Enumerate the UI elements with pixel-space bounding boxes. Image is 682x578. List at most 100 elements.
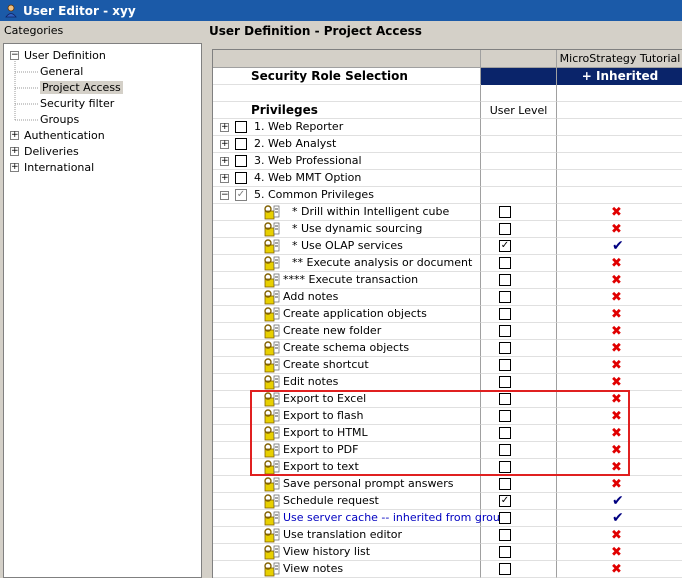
privilege-group-label: 4. Web MMT Option	[254, 171, 362, 184]
expand-icon[interactable]: +	[220, 123, 229, 132]
user-level-checkbox[interactable]	[499, 478, 511, 490]
expand-icon[interactable]: +	[220, 174, 229, 183]
inherited-cell: ✖	[557, 323, 682, 340]
tree-item-security-filter[interactable]: Security filter	[40, 96, 114, 112]
user-level-checkbox[interactable]	[499, 291, 511, 303]
tree-item-general[interactable]: General	[40, 64, 83, 80]
privilege-row[interactable]: Use server cache -- inherited from grou.…	[213, 510, 682, 527]
x-icon: ✖	[611, 205, 622, 220]
user-level-checkbox[interactable]	[499, 223, 511, 235]
privilege-group-label: 2. Web Analyst	[254, 137, 337, 150]
privilege-group-row[interactable]: +2. Web Analyst	[213, 136, 682, 153]
privileges-label: Privileges	[213, 102, 481, 119]
user-level-checkbox[interactable]: ✓	[499, 495, 511, 507]
privilege-row[interactable]: Schedule request ✓ ✔	[213, 493, 682, 510]
header-blank	[213, 50, 481, 68]
user-level-checkbox[interactable]	[499, 342, 511, 354]
privilege-cell: Use translation editor	[213, 527, 481, 544]
privilege-group-row[interactable]: +4. Web MMT Option	[213, 170, 682, 187]
group-checkbox[interactable]	[235, 138, 247, 150]
inherited-access-button[interactable]: + Inherited Access	[557, 68, 682, 100]
tree-item-groups[interactable]: Groups	[40, 112, 79, 128]
user-level-checkbox[interactable]	[499, 529, 511, 541]
privilege-row[interactable]: Export to Excel ✖	[213, 391, 682, 408]
x-icon: ✖	[611, 460, 622, 475]
group-checkbox[interactable]: ✓	[235, 189, 247, 201]
privilege-row[interactable]: Create application objects ✖	[213, 306, 682, 323]
privilege-group-cell: − ✓ 5. Common Privileges	[213, 187, 481, 204]
expand-icon[interactable]: +	[220, 140, 229, 149]
privilege-row[interactable]: Add notes ✖	[213, 289, 682, 306]
check-icon: ✔	[612, 510, 624, 526]
privilege-row[interactable]: Edit notes ✖	[213, 374, 682, 391]
user-level-checkbox[interactable]	[499, 376, 511, 388]
inherited-cell	[557, 153, 682, 170]
x-icon: ✖	[611, 341, 622, 356]
user-level-checkbox[interactable]	[499, 427, 511, 439]
privilege-cell: Add notes	[213, 289, 481, 306]
inherited-cell: ✔	[557, 493, 682, 510]
privilege-key-icon	[264, 511, 280, 526]
security-role-user-cell[interactable]	[481, 68, 557, 85]
user-level-checkbox[interactable]	[499, 393, 511, 405]
group-checkbox[interactable]	[235, 155, 247, 167]
inherited-cell: ✖	[557, 561, 682, 578]
collapse-icon[interactable]: −	[220, 191, 229, 200]
user-level-cell	[481, 510, 557, 527]
privilege-group-row[interactable]: − ✓ 5. Common Privileges	[213, 187, 682, 204]
privilege-key-icon	[264, 222, 280, 237]
privilege-row[interactable]: * Use dynamic sourcing ✖	[213, 221, 682, 238]
privilege-row[interactable]: Create shortcut ✖	[213, 357, 682, 374]
privilege-row[interactable]: Use translation editor ✖	[213, 527, 682, 544]
privilege-key-icon	[264, 205, 280, 220]
privilege-row[interactable]: Export to flash ✖	[213, 408, 682, 425]
user-level-checkbox[interactable]	[499, 325, 511, 337]
x-icon: ✖	[611, 307, 622, 322]
group-checkbox[interactable]	[235, 121, 247, 133]
spacer-row	[213, 85, 682, 102]
user-level-cell	[481, 527, 557, 544]
privilege-row[interactable]: **** Execute transaction ✖	[213, 272, 682, 289]
privilege-group-row[interactable]: +1. Web Reporter	[213, 119, 682, 136]
user-level-checkbox[interactable]	[499, 512, 511, 524]
tree-item-project-access[interactable]: Project Access	[40, 80, 123, 96]
privilege-label: Create application objects	[283, 307, 427, 320]
group-checkbox[interactable]	[235, 172, 247, 184]
privilege-row[interactable]: View notes ✖	[213, 561, 682, 578]
user-level-checkbox[interactable]	[499, 410, 511, 422]
privilege-row[interactable]: * Use OLAP services ✓ ✔	[213, 238, 682, 255]
privilege-row[interactable]: Save personal prompt answers ✖	[213, 476, 682, 493]
privilege-row[interactable]: * Drill within Intelligent cube ✖	[213, 204, 682, 221]
user-level-checkbox[interactable]	[499, 563, 511, 575]
user-level-checkbox[interactable]	[499, 206, 511, 218]
privilege-row[interactable]: Export to text ✖	[213, 459, 682, 476]
user-level-checkbox[interactable]	[499, 444, 511, 456]
privilege-key-icon	[264, 545, 280, 560]
user-level-checkbox[interactable]	[499, 257, 511, 269]
x-icon: ✖	[611, 290, 622, 305]
user-level-checkbox[interactable]	[499, 461, 511, 473]
inherited-cell: ✖	[557, 289, 682, 306]
privilege-cell: Schedule request	[213, 493, 481, 510]
user-level-checkbox[interactable]: ✓	[499, 240, 511, 252]
privilege-row[interactable]: View history list ✖	[213, 544, 682, 561]
privilege-group-row[interactable]: +3. Web Professional	[213, 153, 682, 170]
user-level-checkbox[interactable]	[499, 308, 511, 320]
expand-icon[interactable]: +	[220, 157, 229, 166]
privilege-label: * Use OLAP services	[292, 239, 403, 252]
privilege-cell: Export to Excel	[213, 391, 481, 408]
user-level-checkbox[interactable]	[499, 359, 511, 371]
user-level-checkbox[interactable]	[499, 546, 511, 558]
user-editor-icon	[4, 4, 18, 18]
user-level-cell	[481, 391, 557, 408]
user-level-checkbox[interactable]	[499, 274, 511, 286]
tree-item-label: Project Access	[40, 81, 123, 94]
privilege-row[interactable]: ** Execute analysis or document ✖	[213, 255, 682, 272]
security-role-row[interactable]: Security Role Selection + Inherited Acce…	[213, 68, 682, 100]
privilege-cell: Export to text	[213, 459, 481, 476]
x-icon: ✖	[611, 392, 622, 407]
privilege-row[interactable]: Create new folder ✖	[213, 323, 682, 340]
privilege-row[interactable]: Create schema objects ✖	[213, 340, 682, 357]
privilege-row[interactable]: Export to HTML ✖	[213, 425, 682, 442]
privilege-row[interactable]: Export to PDF ✖	[213, 442, 682, 459]
